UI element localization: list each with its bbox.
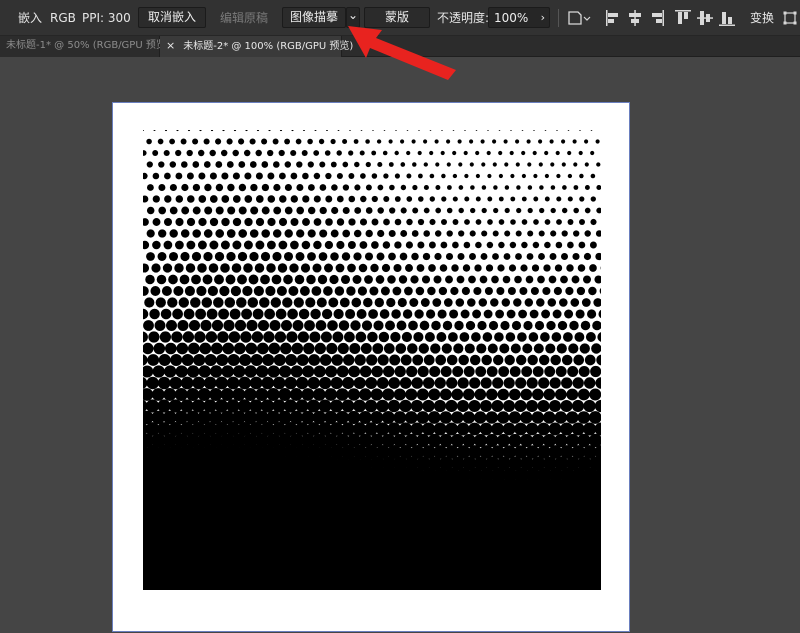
- align-bottom-icon[interactable]: [718, 8, 736, 28]
- transform-icon[interactable]: [782, 8, 798, 28]
- image-trace-button[interactable]: 图像描摹: [282, 7, 346, 28]
- annotation-arrow-icon: [348, 26, 456, 80]
- opacity-input[interactable]: 100% ›: [488, 7, 550, 28]
- halftone-image[interactable]: [143, 130, 601, 590]
- align-left-icon[interactable]: [604, 8, 622, 28]
- color-mode-label: RGB: [50, 11, 76, 25]
- align-right-icon[interactable]: [648, 8, 666, 28]
- tab-document-2[interactable]: × 未标题-2* @ 100% (RGB/GPU 预览): [160, 36, 353, 57]
- unembed-button[interactable]: 取消嵌入: [138, 7, 206, 28]
- artboard[interactable]: [112, 102, 630, 632]
- toolbar-divider: [558, 9, 559, 27]
- edit-original-button[interactable]: 编辑原稿: [220, 10, 268, 26]
- align-vcenter-icon[interactable]: [696, 8, 714, 28]
- tab-label: 未标题-1* @ 50% (RGB/GPU 预览): [6, 40, 170, 51]
- align-hcenter-icon[interactable]: [626, 8, 644, 28]
- artboard-align-icon[interactable]: [566, 8, 592, 28]
- canvas-area[interactable]: [0, 57, 800, 633]
- close-icon[interactable]: ×: [166, 39, 175, 52]
- tab-document-1[interactable]: 未标题-1* @ 50% (RGB/GPU 预览): [0, 36, 170, 57]
- ppi-label: PPI: 300: [82, 11, 131, 25]
- tab-label: 未标题-2* @ 100% (RGB/GPU 预览): [183, 41, 354, 52]
- align-top-icon[interactable]: [674, 8, 692, 28]
- embed-label: 嵌入: [18, 11, 43, 25]
- transform-button[interactable]: 变换: [750, 10, 774, 26]
- opacity-value: 100%: [494, 11, 529, 25]
- opacity-arrow-button[interactable]: ›: [541, 10, 545, 26]
